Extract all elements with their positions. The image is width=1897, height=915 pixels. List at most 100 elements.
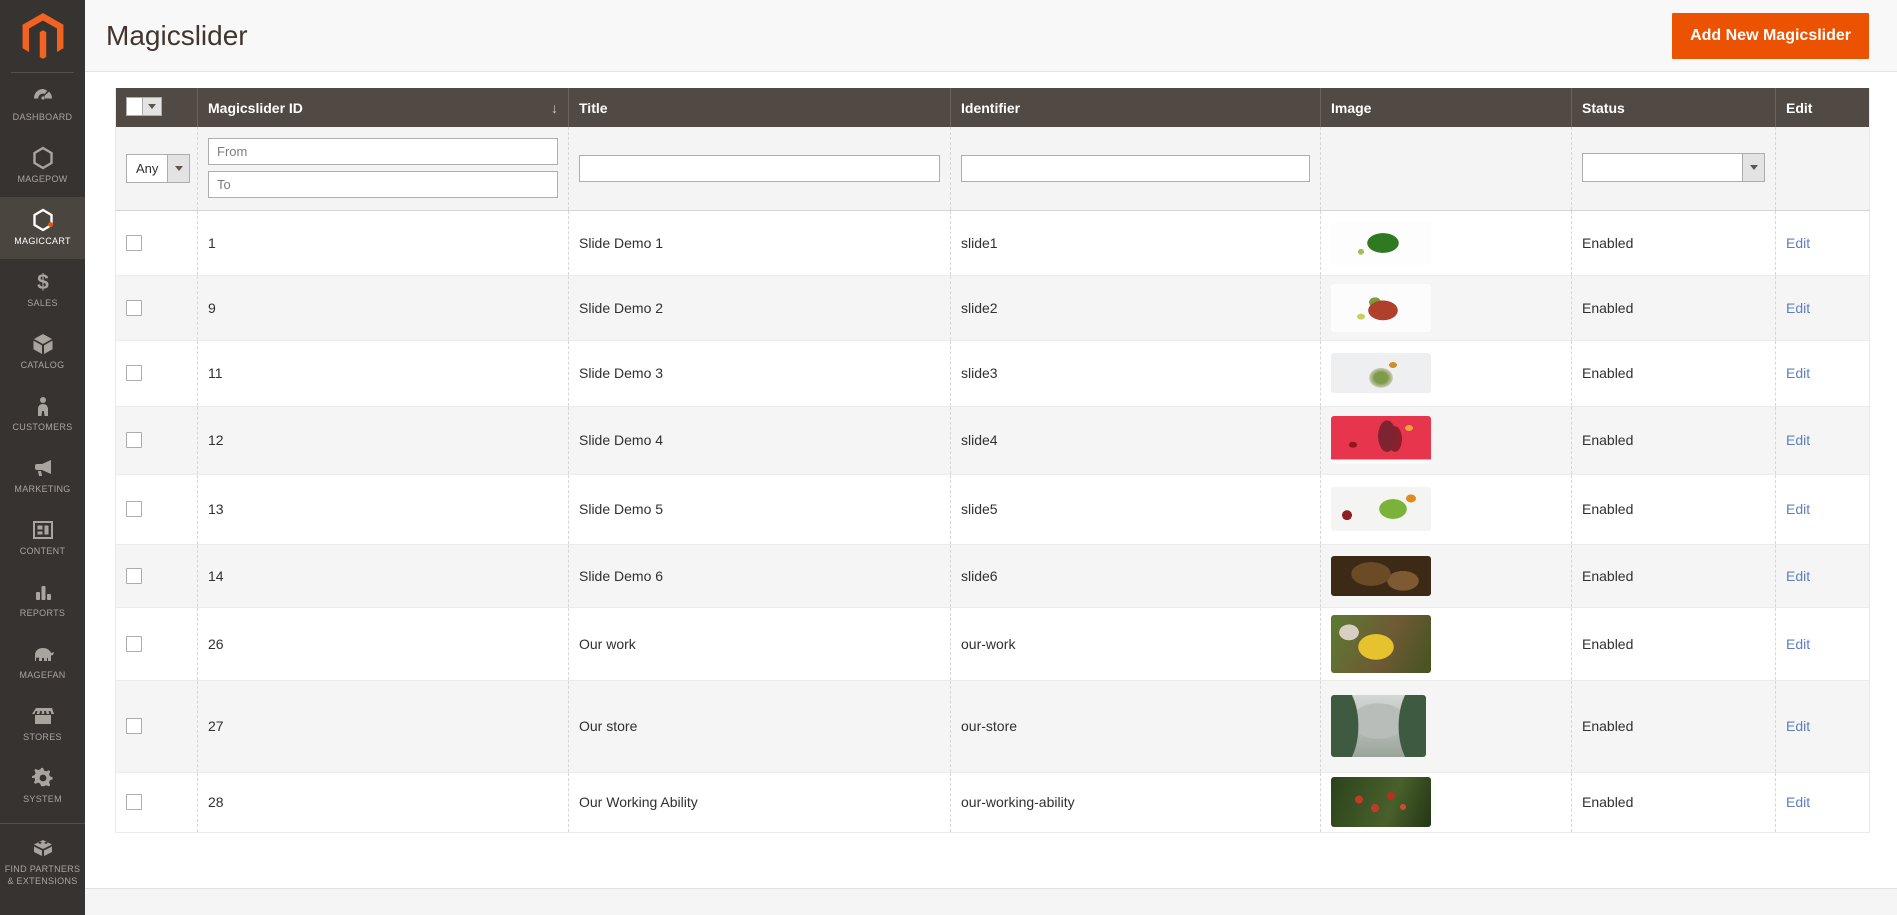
row-checkbox[interactable] [126,432,142,448]
cell-title: Slide Demo 6 [569,544,951,607]
cell-status: Enabled [1572,474,1776,544]
edit-link[interactable]: Edit [1786,432,1810,448]
column-label: Magicslider ID [208,100,303,116]
cell-title: Slide Demo 3 [569,340,951,406]
caret-down-icon [167,155,189,182]
edit-link[interactable]: Edit [1786,636,1810,652]
cell-identifier: slide1 [951,210,1321,275]
table-row[interactable]: 26 Our work our-work Enabled Edit [116,607,1870,680]
table-row[interactable]: 27 Our store our-store Enabled Edit [116,680,1870,772]
cell-identifier: slide4 [951,406,1321,474]
magento-logo[interactable] [0,0,85,72]
sidebar-item-customers[interactable]: CUSTOMERS [0,383,85,445]
cell-title: Slide Demo 5 [569,474,951,544]
sidebar-item-marketing[interactable]: MARKETING [0,445,85,507]
row-checkbox[interactable] [126,718,142,734]
row-checkbox[interactable] [126,365,142,381]
table-row[interactable]: 11 Slide Demo 3 slide3 Enabled Edit [116,340,1870,406]
select-all-header [116,88,198,127]
table-row[interactable]: 14 Slide Demo 6 slide6 Enabled Edit [116,544,1870,607]
edit-link[interactable]: Edit [1786,794,1810,810]
edit-link[interactable]: Edit [1786,568,1810,584]
row-checkbox[interactable] [126,636,142,652]
cell-status: Enabled [1572,607,1776,680]
row-checkbox[interactable] [126,300,142,316]
row-checkbox[interactable] [126,235,142,251]
id-from-filter-input[interactable] [208,138,558,165]
table-row[interactable]: 13 Slide Demo 5 slide5 Enabled Edit [116,474,1870,544]
mass-action-select[interactable]: Any [126,154,190,183]
sidebar-item-reports[interactable]: REPORTS [0,569,85,631]
edit-link[interactable]: Edit [1786,501,1810,517]
column-header-edit: Edit [1776,88,1870,127]
sidebar-item-sales[interactable]: $ SALES [0,259,85,321]
mass-select-dropdown[interactable] [143,97,162,116]
edit-link[interactable]: Edit [1786,300,1810,316]
row-thumbnail [1331,353,1431,393]
sidebar-item-magepow[interactable]: MAGEPOW [0,135,85,197]
table-row[interactable]: 28 Our Working Ability our-working-abili… [116,772,1870,832]
row-checkbox[interactable] [126,501,142,517]
dollar-icon: $ [31,270,55,294]
person-icon [31,394,55,418]
sidebar-item-label: SYSTEM [23,794,62,806]
cell-title: Our Working Ability [569,772,951,832]
sidebar-item-content[interactable]: CONTENT [0,507,85,569]
add-new-magicslider-button[interactable]: Add New Magicslider [1672,13,1869,59]
magicslider-grid: Magicslider ID ↓ Title Identifier Image … [115,88,1870,833]
id-to-filter-input[interactable] [208,171,558,198]
cell-identifier: our-store [951,680,1321,772]
sidebar-item-find-partners[interactable]: FIND PARTNERS & EXTENSIONS [0,823,85,896]
dashboard-gauge-icon [31,84,55,108]
cell-id: 14 [198,544,569,607]
gear-icon [31,766,55,790]
row-thumbnail [1331,416,1431,464]
hexagon-icon [32,208,54,232]
row-checkbox[interactable] [126,568,142,584]
row-checkbox[interactable] [126,794,142,810]
mass-action-value: Any [127,155,167,182]
megaphone-icon [31,456,55,480]
sidebar-item-label: MARKETING [14,484,70,496]
sidebar-item-dashboard[interactable]: DASHBOARD [0,73,85,135]
column-header-image: Image [1321,88,1572,127]
column-header-id[interactable]: Magicslider ID ↓ [198,88,569,127]
cell-identifier: slide2 [951,275,1321,340]
cell-title: Slide Demo 2 [569,275,951,340]
column-header-identifier[interactable]: Identifier [951,88,1321,127]
sidebar-item-label: CATALOG [21,360,65,372]
sidebar-item-magiccart[interactable]: MAGICCART [0,197,85,259]
title-filter-input[interactable] [579,155,940,182]
column-header-title[interactable]: Title [569,88,951,127]
table-row[interactable]: 1 Slide Demo 1 slide1 Enabled Edit [116,210,1870,275]
cell-status: Enabled [1572,680,1776,772]
storefront-icon [31,704,55,728]
sidebar-item-catalog[interactable]: CATALOG [0,321,85,383]
cell-status: Enabled [1572,340,1776,406]
row-thumbnail [1331,284,1431,332]
edit-link[interactable]: Edit [1786,718,1810,734]
cell-identifier: slide3 [951,340,1321,406]
sidebar-item-label: CUSTOMERS [12,422,72,434]
status-filter-select[interactable] [1582,153,1765,182]
grid-header-row: Magicslider ID ↓ Title Identifier Image … [116,88,1870,127]
caret-down-icon [1742,154,1764,181]
sidebar-item-magefan[interactable]: MAGEFAN [0,631,85,693]
sidebar-item-label: FIND PARTNERS & EXTENSIONS [3,864,82,887]
column-header-status[interactable]: Status [1572,88,1776,127]
sidebar-item-stores[interactable]: STORES [0,693,85,755]
edit-link[interactable]: Edit [1786,235,1810,251]
select-all-checkbox[interactable] [126,97,143,116]
identifier-filter-input[interactable] [961,155,1310,182]
cell-status: Enabled [1572,544,1776,607]
sidebar-item-system[interactable]: SYSTEM [0,755,85,817]
table-row[interactable]: 9 Slide Demo 2 slide2 Enabled Edit [116,275,1870,340]
mass-select-control[interactable] [126,97,162,116]
row-thumbnail [1331,487,1431,531]
cell-id: 9 [198,275,569,340]
sidebar-item-label: MAGICCART [14,236,71,248]
edit-link[interactable]: Edit [1786,365,1810,381]
cell-identifier: our-working-ability [951,772,1321,832]
cell-title: Our work [569,607,951,680]
table-row[interactable]: 12 Slide Demo 4 slide4 Enabled Edit [116,406,1870,474]
